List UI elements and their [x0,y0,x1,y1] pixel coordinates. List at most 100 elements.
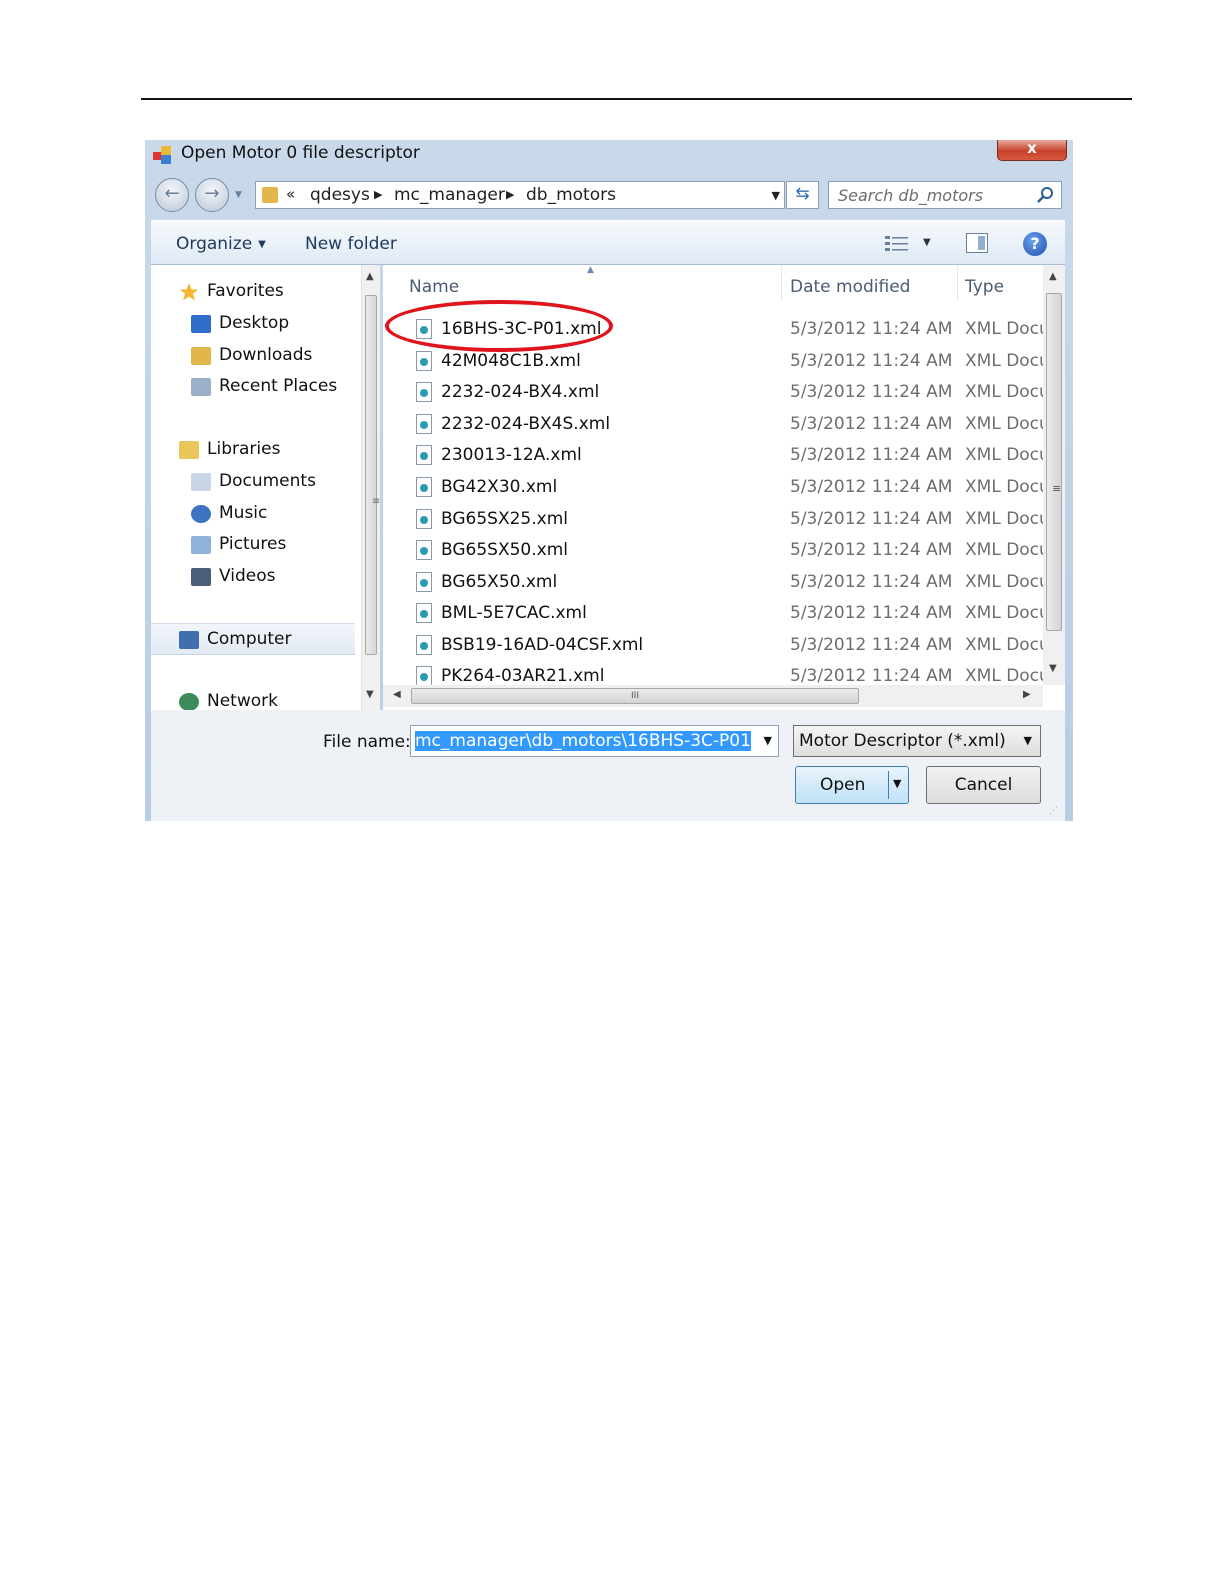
scroll-down-icon[interactable]: ▼ [366,689,374,700]
file-row[interactable]: 230013-12A.xml 5/3/2012 11:24 AM XML Docu [383,441,1043,471]
file-row[interactable]: BG65SX50.xml 5/3/2012 11:24 AM XML Docu [383,536,1043,566]
file-name: BG65X50.xml [441,572,558,592]
nav-item-label: Favorites [207,281,284,301]
desktop-icon [191,315,211,333]
resize-grip-icon[interactable]: ⋰ [1049,806,1058,816]
breadcrumb-separator-icon[interactable]: ▶ [506,188,514,201]
file-row[interactable]: 16BHS-3C-P01.xml 5/3/2012 11:24 AM XML Doc… [383,315,1043,345]
column-header-name[interactable]: Name [409,277,459,297]
address-overflow[interactable]: « [286,185,295,203]
file-row[interactable]: BG65X50.xml 5/3/2012 11:24 AM XML Docu [383,568,1043,598]
file-type-select[interactable]: Motor Descriptor (*.xml) ▼ [793,725,1041,757]
back-button[interactable]: ← [155,178,189,212]
column-header-date-modified[interactable]: Date modified [790,277,910,297]
scroll-right-icon[interactable]: ▶ [1023,689,1031,700]
chevron-down-icon: ▼ [258,239,266,250]
search-icon[interactable] [1035,185,1055,205]
file-row[interactable]: BG65SX25.xml 5/3/2012 11:24 AM XML Docu [383,505,1043,535]
file-type: XML Docu [965,635,1043,655]
chevron-down-icon[interactable]: ▼ [764,734,772,747]
open-options-dropdown-icon[interactable]: ▼ [893,777,901,790]
file-row[interactable]: 2232-024-BX4.xml 5/3/2012 11:24 AM XML Doc… [383,378,1043,408]
scrollbar-thumb[interactable]: III [411,688,859,704]
breadcrumb-mc-manager[interactable]: mc_manager [394,185,505,205]
refresh-button[interactable]: ⇆ [786,181,819,209]
file-type: XML Docu [965,477,1043,497]
file-row[interactable]: BG42X30.xml 5/3/2012 11:24 AM XML Docu [383,473,1043,503]
file-name-label: File name: [323,732,411,752]
scroll-left-icon[interactable]: ◀ [393,689,401,700]
cancel-button[interactable]: Cancel [926,766,1041,804]
organize-label: Organize [176,234,253,254]
breadcrumb-separator-icon[interactable]: ▶ [374,188,382,201]
title-bar: Open Motor 0 file descriptor x [145,140,1073,176]
nav-item-label: Desktop [219,313,290,333]
grip-icon: ≡ [1052,482,1062,495]
change-view-icon[interactable] [885,235,909,253]
xml-file-icon [416,445,432,465]
nav-item-label: Network [207,691,278,711]
file-name: 42M048C1B.xml [441,351,581,371]
split-divider [888,771,889,799]
preview-pane-icon[interactable] [966,233,988,253]
computer-icon [179,631,199,649]
documents-icon [191,473,211,491]
navigation-scrollbar[interactable]: ▲ ≡ ▼ [361,265,380,723]
file-row[interactable]: BSB19-16AD-04CSF.xml 5/3/2012 11:24 AM XML… [383,631,1043,661]
scrollbar-thumb[interactable]: ≡ [1046,293,1062,631]
view-options-dropdown[interactable]: ▼ [923,237,931,248]
file-row[interactable]: 42M048C1B.xml 5/3/2012 11:24 AM XML Docu [383,347,1043,377]
breadcrumb-db-motors[interactable]: db_motors [526,185,616,205]
search-input[interactable]: Search db_motors [838,186,983,205]
dialog-footer: File name: mc_manager\db_motors\16BHS-3C… [151,710,1065,821]
file-name-value[interactable]: mc_manager\db_motors\16BHS-3C-P01.xml [415,731,751,751]
file-row[interactable]: BML-5E7CAC.xml 5/3/2012 11:24 AM XML Docu [383,599,1043,629]
breadcrumb-qdesys[interactable]: qdesys [310,185,370,205]
address-bar[interactable]: « qdesys ▶ mc_manager ▶ db_motors ▼ [255,181,785,209]
search-box[interactable]: Search db_motors [828,181,1062,209]
page-top-rule [141,98,1132,100]
xml-file-icon [416,351,432,371]
file-date: 5/3/2012 11:24 AM [790,603,953,623]
help-icon[interactable]: ? [1023,232,1047,256]
file-list: ▲ Name Date modified Type 16BHS-3C-P01.x… [383,265,1065,710]
command-bar: Organize ▼ New folder ▼ ? [151,220,1065,265]
nav-item-label: Music [219,503,268,523]
xml-file-icon [416,382,432,402]
recent-locations-dropdown[interactable]: ▼ [235,190,242,200]
chevron-down-icon[interactable]: ▼ [1024,734,1032,747]
scroll-down-icon[interactable]: ▼ [1049,663,1057,674]
address-dropdown-icon[interactable]: ▼ [772,189,780,202]
xml-file-icon [416,635,432,655]
file-list-horizontal-scrollbar[interactable]: ◀ III ▶ [383,685,1043,707]
file-date: 5/3/2012 11:24 AM [790,666,953,686]
nav-item-label: Pictures [219,534,287,554]
file-name: 2232-024-BX4.xml [441,382,600,402]
scroll-up-icon[interactable]: ▲ [1049,271,1057,282]
pictures-icon [191,536,211,554]
column-divider[interactable] [781,265,782,301]
xml-file-icon [416,540,432,560]
xml-file-icon [416,572,432,592]
file-date: 5/3/2012 11:24 AM [790,509,953,529]
file-type: XML Docu [965,540,1043,560]
organize-menu[interactable]: Organize ▼ [176,234,266,254]
dialog-title: Open Motor 0 file descriptor [181,143,420,163]
file-list-vertical-scrollbar[interactable]: ▲ ≡ ▼ [1043,265,1065,685]
file-name-field[interactable]: mc_manager\db_motors\16BHS-3C-P01.xml ▼ [410,725,779,757]
grip-icon: III [631,691,639,701]
open-file-dialog: Open Motor 0 file descriptor x ← → ▼ « q… [145,140,1073,821]
nav-item-label: Downloads [219,345,313,365]
forward-button[interactable]: → [195,178,229,212]
file-name: 230013-12A.xml [441,445,582,465]
file-type: XML Docu [965,414,1043,434]
open-button[interactable]: Open ▼ [795,766,909,804]
recent-places-icon [191,378,211,396]
column-header-type[interactable]: Type [965,277,1004,297]
close-button[interactable]: x [997,140,1067,161]
column-divider[interactable] [957,265,958,301]
scroll-up-icon[interactable]: ▲ [366,271,374,282]
scrollbar-thumb[interactable]: ≡ [365,295,380,655]
file-row[interactable]: 2232-024-BX4S.xml 5/3/2012 11:24 AM XML Do… [383,410,1043,440]
new-folder-button[interactable]: New folder [305,234,397,254]
